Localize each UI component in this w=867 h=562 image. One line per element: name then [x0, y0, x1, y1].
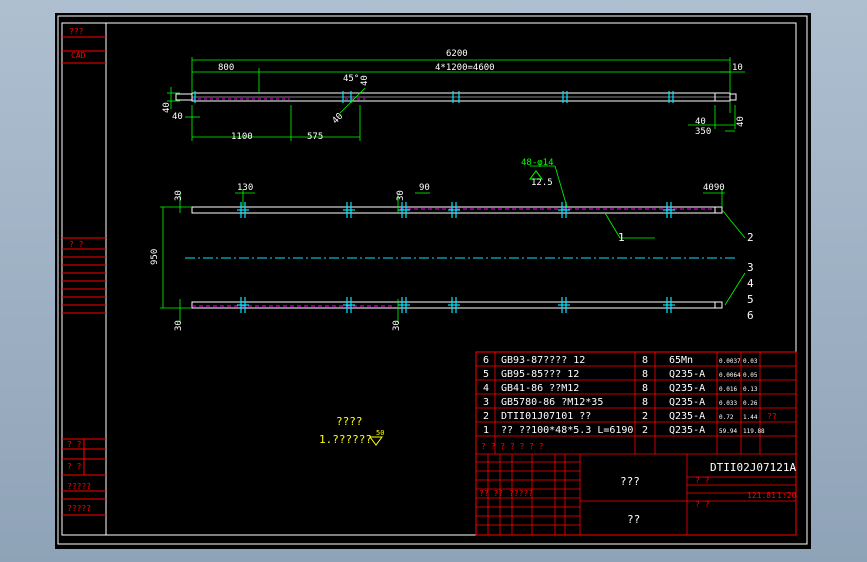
dim-right-3: 40: [736, 116, 746, 127]
parts-cell-w1: 0.0064: [719, 372, 741, 379]
callout-6: 6: [747, 309, 754, 322]
callout-1: 1: [618, 231, 625, 244]
hole-note: 48-φ14: [521, 158, 554, 168]
left-label-3: ? ?: [69, 240, 84, 249]
parts-cell-code: GB5780-86 ?M12*35: [501, 397, 603, 408]
inner-border: [61, 22, 797, 536]
drawing-scale: 1:20: [777, 491, 796, 500]
left-strip: ??? CAD ? ? ? ? ? ? ????? ?????: [62, 23, 107, 535]
parts-cell-w1: 0.016: [719, 386, 737, 393]
parts-cell-qty: 8: [642, 383, 648, 394]
parts-cell-material: Q235-A: [669, 425, 705, 436]
left-label-cad: CAD: [71, 51, 86, 60]
parts-cell-material: Q235-A: [669, 369, 705, 380]
left-label-6: ?????: [67, 482, 91, 491]
callout-4: 4: [747, 277, 754, 290]
parts-cell-material: Q235-A: [669, 397, 705, 408]
dim-bevel-size: 40: [360, 75, 370, 86]
dim-bottom-2: 575: [307, 132, 323, 142]
parts-cell-no: 1: [483, 425, 489, 436]
mini-label-4: ? ?: [695, 500, 710, 509]
left-label-1: ???: [69, 27, 84, 36]
drawing-title: ???: [620, 475, 640, 488]
dim-right-1: 40: [695, 117, 706, 127]
parts-table: 6 GB93-87???? 12 8 65Mn 0.0037 0.03 5 GB95-85??…: [475, 351, 797, 536]
drawing-number: DTII02J07121A: [710, 461, 796, 474]
parts-cell-w2: 0.26: [743, 400, 758, 407]
parts-cell-w2: 0.05: [743, 372, 758, 379]
dim-overall-length: 6200: [446, 49, 468, 59]
parts-cell-code: GB93-87???? 12: [501, 355, 585, 366]
parts-cell-no: 3: [483, 397, 489, 408]
dim-30-a: 30: [174, 190, 184, 201]
dim-bevel-angle: 45°: [343, 74, 359, 84]
dim-30-b: 30: [396, 190, 406, 201]
dim-30-c: 30: [174, 320, 184, 331]
parts-cell-code: ?? ??100*48*5.3 L=6190: [501, 425, 633, 436]
parts-cell-material: Q235-A: [669, 411, 705, 422]
mini-label-2: ?????: [509, 489, 533, 498]
dim-130: 130: [237, 183, 253, 193]
parts-cell-w2: 0.13: [743, 386, 758, 393]
left-label-4: ? ?: [67, 440, 82, 449]
dim-left-offset: 800: [218, 63, 234, 73]
mini-label-3: ? ?: [695, 476, 710, 485]
dim-right-offset: 10: [732, 63, 743, 73]
tech-note-heading: ????: [336, 415, 363, 428]
parts-cell-qty: 2: [642, 411, 648, 422]
parts-cell-w2: 1.44: [743, 414, 758, 421]
dim-right-2: 350: [695, 127, 711, 137]
parts-cell-no: 5: [483, 369, 489, 380]
parts-cell-qty: 8: [642, 355, 648, 366]
callout-5: 5: [747, 293, 754, 306]
parts-cell-code: GB95-85??? 12: [501, 369, 579, 380]
parts-cell-w1: 59.94: [719, 428, 737, 435]
hole-tolerance: 12.5: [531, 178, 553, 188]
parts-extra: ??: [767, 412, 777, 421]
left-label-7: ?????: [67, 504, 91, 513]
roughness-value: 50: [376, 429, 384, 437]
left-label-5: ? ?: [67, 462, 82, 471]
parts-cell-w1: 0.033: [719, 400, 737, 407]
parts-cell-no: 2: [483, 411, 489, 422]
drawing-sheet: ??? CAD ? ? ? ? ? ? ????? ????? 6200 800…: [55, 13, 811, 549]
dim-90: 90: [419, 183, 430, 193]
parts-cell-material: Q235-A: [669, 383, 705, 394]
parts-cell-no: 4: [483, 383, 489, 394]
dim-hole-spacing: 4*1200=4600: [435, 63, 495, 73]
parts-header: ? ? ? ? ? ? ?: [481, 442, 544, 451]
plan-view: 48-φ14 12.5 130 30 30 90 4090 950 30 30 …: [150, 158, 754, 331]
parts-cell-w2: 0.03: [743, 358, 758, 365]
company-name: ??: [627, 513, 640, 526]
tech-note: ???? 1.?????? 50: [319, 415, 384, 446]
callout-3: 3: [747, 261, 754, 274]
dim-30-d: 30: [392, 320, 402, 331]
dim-height-left: 40: [162, 102, 172, 113]
parts-cell-qty: 8: [642, 397, 648, 408]
parts-cell-qty: 8: [642, 369, 648, 380]
parts-cell-no: 6: [483, 355, 489, 366]
mini-label-1: ?? ??: [479, 489, 503, 498]
top-view: 6200 800 4*1200=4600 10 45° 40 40 40 40 …: [162, 49, 746, 142]
dim-width: 950: [150, 249, 160, 265]
parts-cell-qty: 2: [642, 425, 648, 436]
dim-bevel-size-2: 40: [331, 111, 346, 126]
parts-cell-material: 65Mn: [669, 355, 693, 366]
dim-bottom-1: 1100: [231, 132, 253, 142]
parts-cell-code: GB41-86 ??M12: [501, 383, 579, 394]
dim-4090: 4090: [703, 183, 725, 193]
total-weight: 121.81: [747, 491, 776, 500]
parts-cell-w1: 0.0037: [719, 358, 741, 365]
tech-note-line: 1.??????: [319, 433, 372, 446]
dim-height-left-2: 40: [172, 112, 183, 122]
parts-cell-code: DTII01J07101 ??: [501, 411, 591, 422]
callout-2: 2: [747, 231, 754, 244]
outer-border: [57, 15, 808, 545]
parts-cell-w2: 119.88: [743, 428, 765, 435]
parts-cell-w1: 0.72: [719, 414, 734, 421]
